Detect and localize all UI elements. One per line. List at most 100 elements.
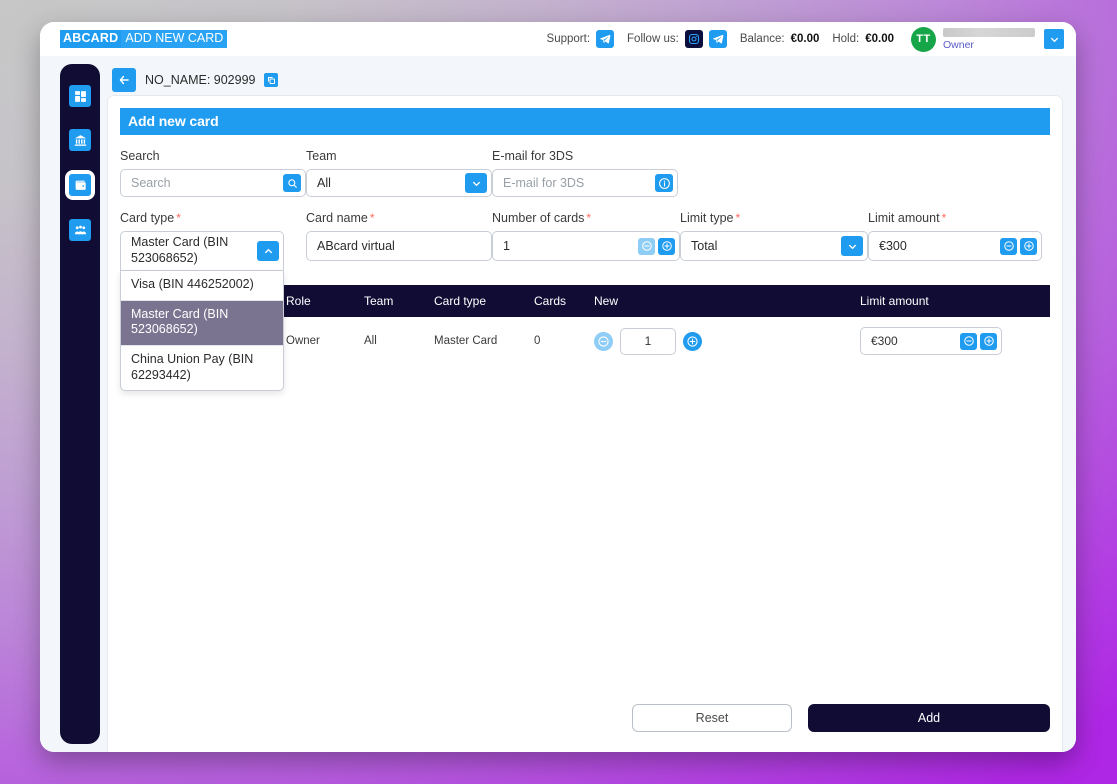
page-title: Add new card <box>120 108 1050 135</box>
limit-type-field-group: Limit type* Total <box>680 211 868 271</box>
number-of-cards-stepper-buttons <box>638 238 675 255</box>
page-tag[interactable]: ADD NEW CARD <box>121 30 227 48</box>
team-field-group: Team All <box>306 149 492 197</box>
card-type-options: Visa (BIN 446252002) Master Card (BIN 52… <box>120 271 284 391</box>
info-icon[interactable] <box>655 174 673 192</box>
table-header-role: Role <box>286 294 364 308</box>
dashboard-grid-icon <box>69 85 91 107</box>
arrow-left-icon[interactable] <box>112 68 136 92</box>
card-type-select-value: Master Card (BIN 523068652) <box>131 235 257 266</box>
breadcrumb-text: NO_NAME: 902999 <box>145 73 255 87</box>
limit-type-select[interactable]: Total <box>680 231 868 261</box>
card-name-required: * <box>370 211 375 225</box>
chevron-down-icon[interactable] <box>841 236 863 256</box>
email3ds-placeholder: E-mail for 3DS <box>503 176 655 190</box>
follow-label: Follow us: <box>627 33 679 45</box>
limit-amount-label: Limit amount* <box>868 211 1042 225</box>
card-form-row: Card type* Master Card (BIN 523068652) <box>120 211 1050 271</box>
filter-row: Search Search Team All <box>120 149 1050 197</box>
sidebar-item-team[interactable] <box>66 216 94 244</box>
telegram-follow-icon[interactable] <box>709 30 727 48</box>
limit-type-value: Total <box>691 239 841 253</box>
card-name-input[interactable]: ABcard virtual <box>306 231 492 261</box>
sidebar-item-bank[interactable] <box>66 126 94 154</box>
telegram-icon[interactable] <box>596 30 614 48</box>
brand-logo[interactable]: ABCARD <box>60 30 121 48</box>
desktop-background: ABCARD ADD NEW CARD Support: Follow us: <box>0 0 1117 784</box>
minus-circle-icon[interactable] <box>594 332 613 351</box>
card-type-required: * <box>176 211 181 225</box>
chevron-up-icon[interactable] <box>257 241 279 261</box>
limit-type-label-text: Limit type <box>680 211 734 225</box>
limit-amount-label-text: Limit amount <box>868 211 940 225</box>
search-field-group: Search Search <box>120 149 306 197</box>
panel-footer: Reset Add <box>120 704 1050 752</box>
user-name-redacted <box>943 28 1035 37</box>
balance-label: Balance: <box>740 33 785 45</box>
hold-label: Hold: <box>832 33 859 45</box>
email3ds-field-group: E-mail for 3DS E-mail for 3DS <box>492 149 678 197</box>
plus-circle-icon[interactable] <box>658 238 675 255</box>
team-select[interactable]: All <box>306 169 492 197</box>
card-type-option[interactable]: Visa (BIN 446252002) <box>121 271 283 300</box>
user-role: Owner <box>943 40 1035 51</box>
card-name-label-text: Card name <box>306 211 368 225</box>
email3ds-input[interactable]: E-mail for 3DS <box>492 169 678 197</box>
add-button[interactable]: Add <box>808 704 1050 732</box>
table-header-cards: Cards <box>534 294 594 308</box>
avatar: TT <box>911 27 936 52</box>
support-group: Support: <box>547 30 614 48</box>
limit-type-label: Limit type* <box>680 211 868 225</box>
reset-button[interactable]: Reset <box>632 704 792 732</box>
number-of-cards-value: 1 <box>503 239 638 253</box>
table-cell-new: 1 <box>594 328 860 355</box>
minus-circle-icon[interactable] <box>1000 238 1017 255</box>
chevron-down-icon[interactable] <box>1044 29 1064 49</box>
minus-circle-icon[interactable] <box>638 238 655 255</box>
limit-amount-field-group: Limit amount* €300 <box>868 211 1042 271</box>
table-header-limit-amount: Limit amount <box>860 294 1050 308</box>
card-type-option-selected[interactable]: Master Card (BIN 523068652) <box>121 300 283 345</box>
app-topbar: ABCARD ADD NEW CARD Support: Follow us: <box>40 22 1076 56</box>
card-name-label: Card name* <box>306 211 492 225</box>
instagram-icon[interactable] <box>685 30 703 48</box>
row-limit-value: €300 <box>871 334 960 348</box>
card-type-label-text: Card type <box>120 211 174 225</box>
plus-circle-icon[interactable] <box>980 333 997 350</box>
plus-circle-icon[interactable] <box>1020 238 1037 255</box>
table-header-card-type: Card type <box>434 294 534 308</box>
card-type-select-head[interactable]: Master Card (BIN 523068652) <box>120 231 284 271</box>
follow-group: Follow us: <box>627 30 727 48</box>
copy-icon[interactable] <box>264 73 278 87</box>
table-cell-limit-amount: €300 <box>860 327 1050 355</box>
limit-amount-stepper[interactable]: €300 <box>868 231 1042 261</box>
number-of-cards-label: Number of cards* <box>492 211 680 225</box>
search-input-placeholder: Search <box>131 176 283 190</box>
user-menu[interactable]: TT Owner <box>911 27 1064 52</box>
email3ds-label: E-mail for 3DS <box>492 149 678 163</box>
search-label: Search <box>120 149 306 163</box>
card-type-select[interactable]: Master Card (BIN 523068652) Visa (BIN 44… <box>120 231 284 271</box>
search-icon[interactable] <box>283 174 301 192</box>
breadcrumb: NO_NAME: 902999 <box>108 64 1062 96</box>
table-header-new: New <box>594 294 860 308</box>
app-body: NO_NAME: 902999 Add new card Search Sear… <box>40 56 1076 752</box>
limit-type-required: * <box>736 211 741 225</box>
sidebar-item-cards[interactable] <box>65 170 95 200</box>
card-type-field-group: Card type* Master Card (BIN 523068652) <box>120 211 306 271</box>
add-new-card-panel: Add new card Search Search <box>108 96 1062 752</box>
row-new-stepper: 1 <box>594 328 860 355</box>
limit-amount-stepper-buttons <box>1000 238 1037 255</box>
row-limit-stepper-buttons <box>960 333 997 350</box>
card-type-option[interactable]: China Union Pay (BIN 62293442) <box>121 345 283 390</box>
people-icon <box>69 219 91 241</box>
chevron-down-icon[interactable] <box>465 173 487 193</box>
minus-circle-icon[interactable] <box>960 333 977 350</box>
row-new-input[interactable]: 1 <box>620 328 676 355</box>
plus-circle-icon[interactable] <box>683 332 702 351</box>
sidebar-item-dashboard[interactable] <box>66 82 94 110</box>
number-of-cards-stepper[interactable]: 1 <box>492 231 680 261</box>
table-cell-card-type: Master Card <box>434 335 534 347</box>
row-limit-stepper[interactable]: €300 <box>860 327 1002 355</box>
search-input[interactable]: Search <box>120 169 306 197</box>
